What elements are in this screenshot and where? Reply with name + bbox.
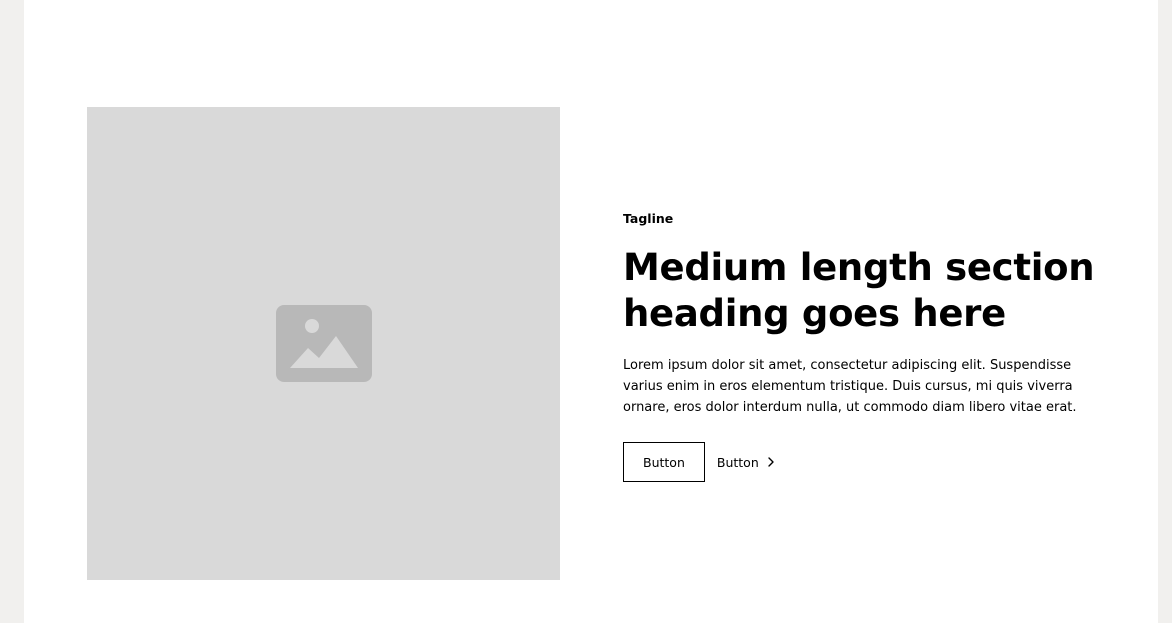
outline-button[interactable]: Button <box>623 442 705 482</box>
image-icon <box>275 305 372 382</box>
tagline: Tagline <box>623 211 674 226</box>
section-body-text: Lorem ipsum dolor sit amet, consectetur … <box>623 358 1077 415</box>
link-button-label: Button <box>716 454 759 470</box>
section-container: Tagline Medium length section heading go… <box>24 0 1158 623</box>
outline-button-label: Button <box>643 454 685 470</box>
chevron-right-icon <box>768 457 774 467</box>
link-button[interactable]: Button <box>717 442 775 482</box>
image-placeholder <box>87 107 560 580</box>
action-buttons: Button Button <box>623 442 1113 482</box>
section-heading: Medium length section heading goes here <box>623 246 1095 335</box>
section-content: Tagline Medium length section heading go… <box>623 210 1113 482</box>
